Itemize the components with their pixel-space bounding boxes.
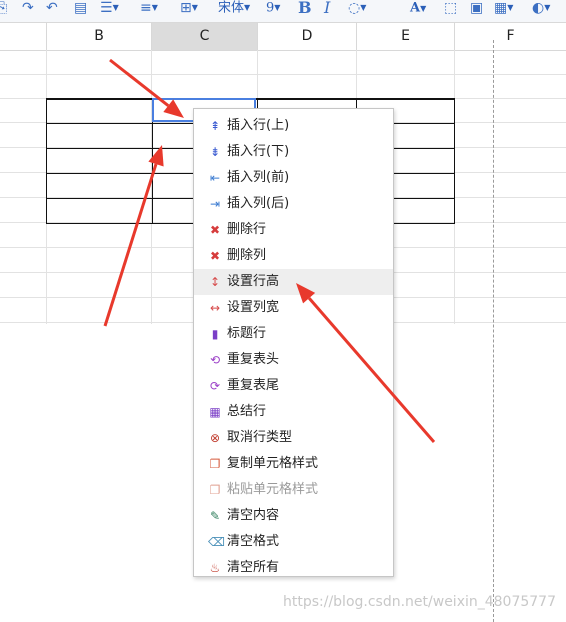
- arrow-shaft: [307, 297, 436, 443]
- arrow-shaft: [103, 163, 158, 327]
- arrow-head: [163, 99, 184, 118]
- arrow-shaft: [109, 58, 170, 107]
- annotation-arrows: [103, 58, 436, 443]
- arrow-group: [103, 58, 436, 443]
- arrow-head: [148, 145, 164, 167]
